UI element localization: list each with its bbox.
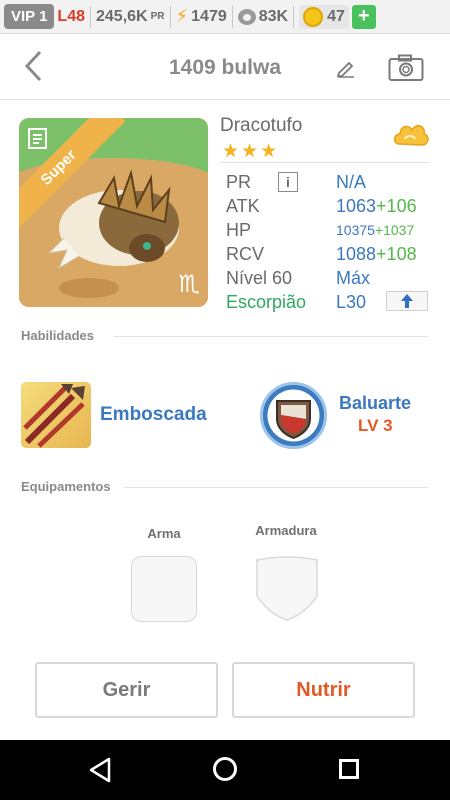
atk-label: ATK (226, 196, 260, 216)
power-value: 245,6K (96, 7, 148, 25)
creature-portrait[interactable]: Super ♏ (19, 118, 208, 307)
divider (124, 487, 428, 488)
cloud-rank-icon (393, 125, 429, 146)
armor-slot[interactable] (255, 556, 319, 622)
active-skill-icon[interactable] (21, 382, 91, 448)
hp-value-row: 10375+1037 (336, 222, 414, 238)
hp-bonus: +1037 (374, 222, 415, 238)
divider (169, 5, 171, 28)
status-bar: VIP 1 L48 245,6K PR ⚡ 1479 83K 47 + (0, 0, 450, 34)
food-stat[interactable]: 83K (237, 7, 289, 26)
leader-skill-name[interactable]: Baluarte (339, 393, 411, 414)
sign-label: Escorpião (226, 292, 307, 312)
rcv-value: 1088 (336, 244, 377, 264)
power-stat: 245,6K PR (96, 8, 165, 26)
atk-value: 1063 (336, 196, 377, 216)
rcv-value-row: 1088+108 (336, 244, 417, 265)
equipment-section-title: Equipamentos (21, 479, 111, 494)
camera-icon[interactable] (388, 54, 424, 82)
player-level: L48 (57, 7, 85, 25)
info-icon[interactable]: i (278, 172, 298, 192)
gems-stat[interactable]: 47 (299, 4, 349, 29)
paw-icon (237, 8, 256, 25)
level-value: Máx (336, 268, 371, 288)
star-rating: ★★★ (222, 141, 280, 162)
coin-icon (303, 6, 324, 27)
add-gems-button[interactable]: + (351, 4, 376, 29)
nav-recents-icon[interactable] (339, 759, 359, 779)
rcv-bonus: +108 (376, 244, 417, 264)
divider (231, 5, 233, 28)
energy-value: 1479 (191, 7, 227, 25)
level-label: Nível 60 (226, 268, 293, 288)
food-value: 83K (258, 7, 289, 25)
gems-value: 47 (327, 7, 345, 25)
hp-value: 10375 (336, 222, 375, 238)
shield-icon (267, 389, 320, 442)
feed-button[interactable]: Nutrir (232, 662, 415, 718)
scorpio-icon: ♏ (178, 271, 200, 298)
vip-badge[interactable]: VIP 1 (4, 4, 55, 29)
manage-button[interactable]: Gerir (35, 662, 218, 718)
hp-label: HP (226, 220, 252, 240)
skills-section-title: Habilidades (21, 328, 94, 343)
rcv-label: RCV (226, 244, 265, 264)
leader-skill-level: LV 3 (358, 416, 393, 435)
divider (293, 5, 295, 28)
pr-value: N/A (336, 172, 367, 192)
pr-label: PR (226, 172, 252, 192)
header: 1409 bulwa (0, 34, 450, 100)
armor-label: Armadura (255, 523, 317, 538)
power-unit: PR (150, 11, 165, 22)
arrow-up-icon (401, 294, 413, 308)
upgrade-sign-button[interactable] (386, 291, 428, 311)
lightning-icon: ⚡ (175, 6, 189, 26)
system-nav-bar (0, 740, 450, 800)
nav-home-icon[interactable] (213, 757, 237, 781)
book-icon[interactable] (27, 126, 49, 150)
atk-bonus: +106 (376, 196, 417, 216)
atk-value-row: 1063+106 (336, 196, 417, 217)
divider (90, 5, 91, 28)
stats-panel: PR i N/A ATK 1063+106 HP 10375+1037 RCV … (220, 162, 430, 314)
arrows-icon (23, 384, 85, 448)
energy-stat[interactable]: ⚡ 1479 (176, 6, 227, 27)
weapon-label: Arma (147, 526, 181, 541)
weapon-slot[interactable] (131, 556, 197, 622)
active-skill-name[interactable]: Emboscada (100, 404, 207, 426)
leader-skill-icon[interactable] (260, 382, 327, 449)
nav-back-icon[interactable] (88, 757, 112, 783)
sign-level: L30 (336, 292, 367, 312)
page-title: 1409 bulwa (168, 56, 282, 79)
creature-name: Dracotufo (220, 115, 303, 136)
divider (114, 336, 428, 337)
pencil-icon[interactable] (336, 58, 356, 78)
